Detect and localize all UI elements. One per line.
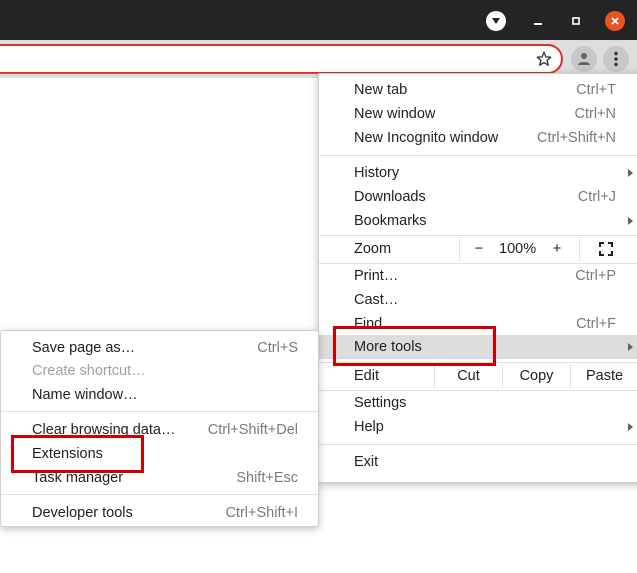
menu-item-extensions[interactable]: Extensions xyxy=(1,442,319,466)
submenu-arrow-icon xyxy=(628,217,633,225)
menu-item-label: More tools xyxy=(354,339,422,355)
menu-item-downloads[interactable]: Downloads Ctrl+J xyxy=(319,185,637,209)
title-bar xyxy=(0,0,637,40)
menu-item-create-shortcut: Create shortcut… xyxy=(1,359,319,383)
menu-item-label: Cast… xyxy=(354,292,399,308)
menu-item-shortcut: Ctrl+N xyxy=(574,106,617,122)
page-content-edge xyxy=(0,73,318,74)
submenu-arrow-icon xyxy=(628,423,633,431)
zoom-level: 100% xyxy=(499,241,537,257)
zoom-divider xyxy=(579,237,580,261)
menu-separator xyxy=(319,155,637,156)
menu-item-label: Developer tools xyxy=(32,505,133,521)
menu-item-name-window[interactable]: Name window… xyxy=(1,383,319,407)
menu-item-new-window[interactable]: New window Ctrl+N xyxy=(319,102,637,126)
menu-item-label: Help xyxy=(354,419,384,435)
fullscreen-icon[interactable] xyxy=(599,242,613,256)
menu-item-find[interactable]: Find Ctrl+F xyxy=(319,312,637,336)
person-icon[interactable] xyxy=(571,46,597,72)
address-bar[interactable] xyxy=(0,44,563,74)
menu-item-shortcut: Shift+Esc xyxy=(236,470,298,486)
menu-item-label: Save page as… xyxy=(32,340,136,356)
menu-item-shortcut: Ctrl+Shift+I xyxy=(225,505,298,521)
menu-item-task-manager[interactable]: Task manager Shift+Esc xyxy=(1,466,319,490)
zoom-in-button[interactable]: + xyxy=(547,237,567,261)
menu-separator xyxy=(319,444,637,445)
zoom-label: Zoom xyxy=(354,241,392,257)
menu-edit-row: Edit Cut Copy Paste xyxy=(319,364,637,388)
menu-zoom-row: Zoom − 100% + xyxy=(319,237,637,261)
menu-item-help[interactable]: Help xyxy=(319,415,637,439)
menu-item-label: New tab xyxy=(354,82,408,98)
menu-item-label: Settings xyxy=(354,395,407,411)
maximize-icon[interactable] xyxy=(566,11,586,31)
menu-item-label: Bookmarks xyxy=(354,213,427,229)
menu-item-shortcut: Ctrl+P xyxy=(575,268,616,284)
menu-item-developer-tools[interactable]: Developer tools Ctrl+Shift+I xyxy=(1,501,319,525)
menu-separator xyxy=(1,494,319,495)
submenu-arrow-icon xyxy=(628,343,633,351)
copy-button[interactable]: Copy xyxy=(503,364,570,388)
edit-label: Edit xyxy=(354,368,379,384)
menu-item-shortcut: Ctrl+Shift+N xyxy=(537,130,616,146)
menu-separator xyxy=(1,411,319,412)
close-icon[interactable] xyxy=(605,11,625,31)
menu-item-more-tools[interactable]: More tools xyxy=(319,335,637,359)
menu-item-label: Print… xyxy=(354,268,399,284)
submenu-arrow-icon xyxy=(628,169,633,177)
menu-item-bookmarks[interactable]: Bookmarks xyxy=(319,209,637,233)
menu-separator xyxy=(319,235,637,236)
menu-item-label: Create shortcut… xyxy=(32,363,146,379)
browser-window: New tab Ctrl+T New window Ctrl+N New Inc… xyxy=(0,0,637,573)
menu-item-label: Downloads xyxy=(354,189,426,205)
dropdown-arrow-icon[interactable] xyxy=(486,11,506,31)
minimize-icon[interactable] xyxy=(528,11,548,31)
menu-item-label: Exit xyxy=(354,454,379,470)
menu-item-shortcut: Ctrl+Shift+Del xyxy=(207,422,298,438)
star-icon[interactable] xyxy=(533,48,555,70)
menu-item-new-incognito[interactable]: New Incognito window Ctrl+Shift+N xyxy=(319,126,637,150)
menu-item-label: New window xyxy=(354,106,436,122)
menu-item-exit[interactable]: Exit xyxy=(319,450,637,474)
cut-button[interactable]: Cut xyxy=(435,364,502,388)
menu-item-label: Find xyxy=(354,316,383,332)
menu-item-shortcut: Ctrl+S xyxy=(257,340,298,356)
menu-item-cast[interactable]: Cast… xyxy=(319,288,637,312)
menu-item-settings[interactable]: Settings xyxy=(319,391,637,415)
menu-item-label: History xyxy=(354,165,400,181)
zoom-out-button[interactable]: − xyxy=(469,237,489,261)
chrome-main-menu: New tab Ctrl+T New window Ctrl+N New Inc… xyxy=(318,73,637,483)
menu-item-label: Task manager xyxy=(32,470,124,486)
menu-item-history[interactable]: History xyxy=(319,161,637,185)
menu-item-new-tab[interactable]: New tab Ctrl+T xyxy=(319,78,637,102)
menu-item-label: Extensions xyxy=(32,446,103,462)
paste-button[interactable]: Paste xyxy=(571,364,637,388)
menu-item-shortcut: Ctrl+T xyxy=(576,82,616,98)
menu-item-label: New Incognito window xyxy=(354,130,499,146)
menu-item-shortcut: Ctrl+F xyxy=(576,316,616,332)
more-tools-submenu: Save page as… Ctrl+S Create shortcut… Na… xyxy=(0,330,319,527)
menu-item-print[interactable]: Print… Ctrl+P xyxy=(319,264,637,288)
zoom-divider xyxy=(459,237,460,261)
kebab-menu-icon[interactable] xyxy=(603,46,629,72)
menu-item-label: Name window… xyxy=(32,387,138,403)
menu-item-shortcut: Ctrl+J xyxy=(577,189,616,205)
menu-item-label: Clear browsing data… xyxy=(32,422,176,438)
menu-item-save-page[interactable]: Save page as… Ctrl+S xyxy=(1,336,319,360)
menu-item-clear-browsing-data[interactable]: Clear browsing data… Ctrl+Shift+Del xyxy=(1,418,319,442)
menu-separator xyxy=(319,362,637,363)
